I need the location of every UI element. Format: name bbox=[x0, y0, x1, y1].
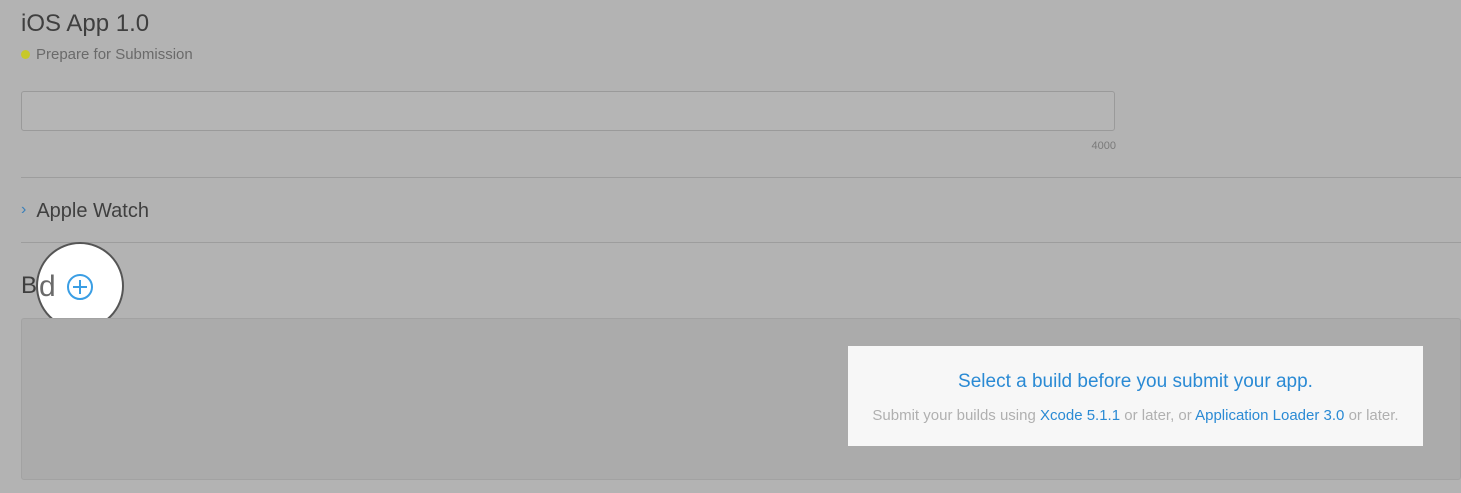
description-textarea[interactable] bbox=[21, 91, 1115, 131]
build-label-fragment: d bbox=[39, 270, 56, 303]
sub-middle: or later, or bbox=[1124, 407, 1192, 424]
xcode-link[interactable]: Xcode 5.1.1 bbox=[1040, 407, 1120, 424]
divider bbox=[21, 242, 1461, 243]
apple-watch-label: Apple Watch bbox=[36, 199, 149, 222]
page-title: iOS App 1.0 bbox=[21, 10, 150, 37]
sub-suffix: or later. bbox=[1348, 407, 1399, 424]
application-loader-link[interactable]: Application Loader 3.0 bbox=[1195, 407, 1344, 424]
build-message-card: Select a build before you submit your ap… bbox=[848, 346, 1423, 446]
status-dot-icon bbox=[21, 49, 30, 59]
sub-prefix: Submit your builds using bbox=[872, 407, 1036, 424]
spotlight-highlight: d bbox=[36, 242, 124, 330]
char-count-label: 4000 bbox=[1091, 140, 1116, 152]
status-text: Prepare for Submission bbox=[36, 45, 193, 63]
status-row: Prepare for Submission bbox=[21, 45, 193, 63]
divider bbox=[21, 177, 1461, 178]
add-build-button[interactable] bbox=[67, 274, 93, 300]
build-message-title: Select a build before you submit your ap… bbox=[958, 371, 1313, 392]
chevron-right-icon: › bbox=[21, 201, 27, 218]
apple-watch-section-toggle[interactable]: › Apple Watch bbox=[21, 196, 149, 226]
build-message-subtitle: Submit your builds using Xcode 5.1.1 or … bbox=[848, 406, 1423, 426]
